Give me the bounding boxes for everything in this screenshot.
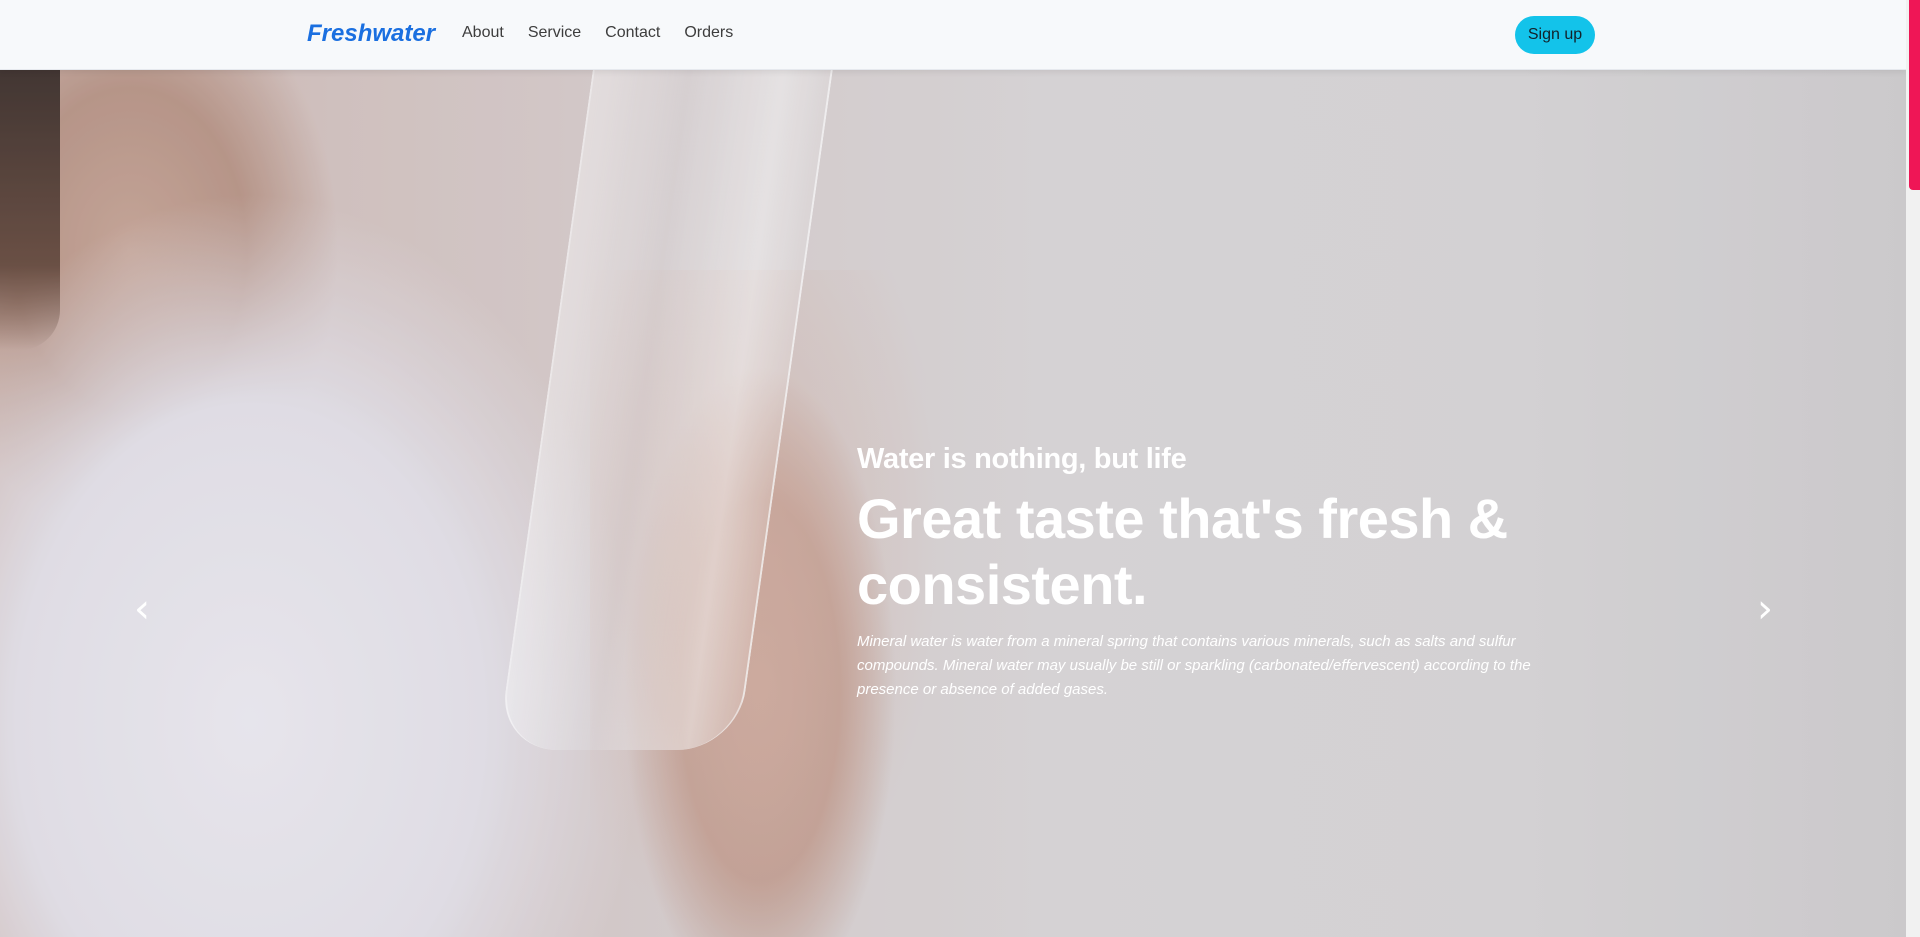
nav-link-about[interactable]: About <box>462 24 504 42</box>
chevron-right-icon: › <box>1757 586 1773 632</box>
page-scrollbar[interactable] <box>1906 0 1920 937</box>
chevron-left-icon: ‹ <box>134 586 150 632</box>
hero-carousel: ‹ › Water is nothing, but life Great tas… <box>0 70 1906 937</box>
nav-link-service[interactable]: Service <box>528 24 581 42</box>
brand-logo[interactable]: Freshwater <box>307 20 435 48</box>
hero-description: Mineral water is water from a mineral sp… <box>857 633 1531 698</box>
scrollbar-thumb[interactable] <box>1909 0 1920 190</box>
signup-button[interactable]: Sign up <box>1515 16 1595 54</box>
nav-link-contact[interactable]: Contact <box>605 24 660 42</box>
nav-link-orders[interactable]: Orders <box>684 24 733 42</box>
top-navbar: Freshwater About Service Contact Orders … <box>0 0 1906 70</box>
carousel-next-button[interactable]: › <box>1745 582 1785 636</box>
carousel-prev-button[interactable]: ‹ <box>122 582 162 636</box>
hero-caption: Water is nothing, but life Great taste t… <box>857 443 1577 702</box>
hero-headline: Great taste that's fresh & consistent. <box>857 487 1508 616</box>
hero-eyebrow: Water is nothing, but life <box>857 443 1187 475</box>
nav-links: About Service Contact Orders <box>462 24 733 42</box>
